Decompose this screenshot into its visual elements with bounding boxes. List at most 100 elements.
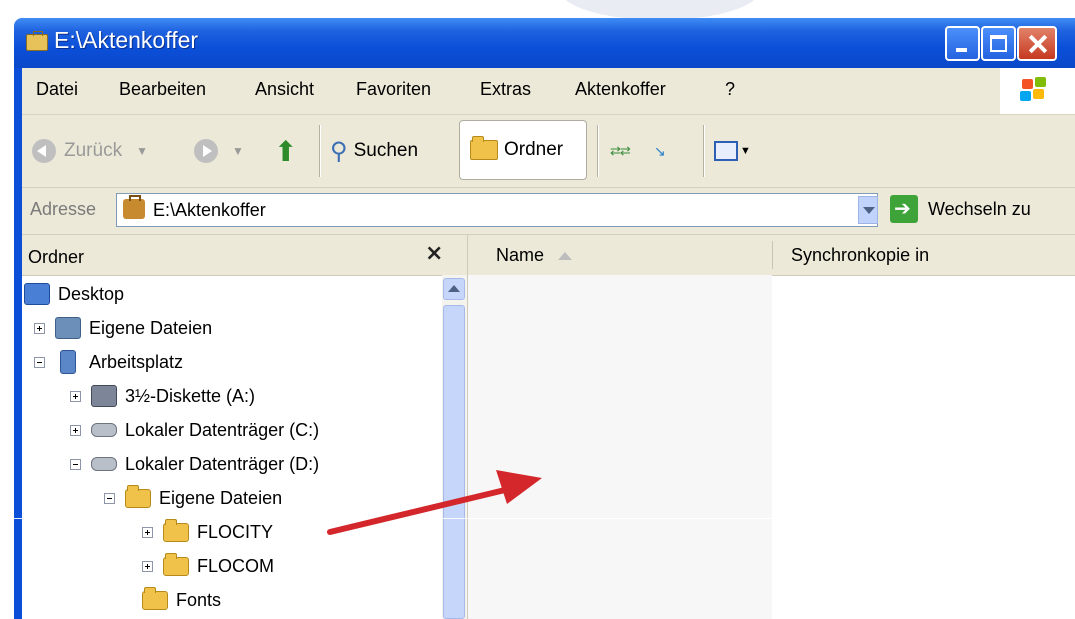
up-arrow-icon: ⬆ [274, 135, 298, 167]
hard-drive-icon [91, 423, 117, 437]
tree-item[interactable]: Desktop [24, 279, 124, 309]
folder-icon [163, 552, 189, 576]
expand-icon[interactable] [70, 424, 81, 436]
folders-label: Ordner [504, 139, 564, 160]
file-list-header: Name Synchronkopie in [468, 235, 1075, 276]
back-label: Zurück [64, 140, 123, 161]
desktop-icon [24, 283, 50, 305]
toolbar: Zurück ▼ ▼ ⬆ ⚲ Suchen Ordner ⇄⇄ ↘ ▼ [22, 115, 1075, 188]
folder-icon [125, 484, 151, 508]
column-name-label: Name [496, 245, 545, 265]
column-header-name[interactable]: Name [496, 245, 573, 266]
back-arrow-icon [32, 139, 56, 163]
back-button[interactable]: Zurück ▼ [32, 115, 148, 187]
address-dropdown-button[interactable] [858, 196, 878, 224]
menu-favoriten[interactable]: Favoriten [356, 79, 431, 100]
menu-bearbeiten[interactable]: Bearbeiten [119, 79, 206, 100]
tree-item[interactable]: Eigene Dateien [34, 313, 212, 343]
tree-item[interactable]: FLOCITY [142, 517, 273, 547]
logo-green [1035, 77, 1046, 87]
column-header-sync[interactable]: Synchronkopie in [791, 245, 929, 266]
expand-icon[interactable] [142, 526, 153, 538]
briefcase-icon [123, 195, 145, 219]
scroll-thumb[interactable] [443, 305, 465, 619]
sort-ascending-icon [558, 252, 573, 261]
forward-button[interactable]: ▼ [194, 115, 244, 187]
address-label: Adresse [30, 199, 97, 219]
tree-item-label: Lokaler Datenträger (C:) [125, 419, 320, 440]
vertical-scrollbar[interactable] [442, 275, 467, 619]
menu-aktenkoffer[interactable]: Aktenkoffer [575, 79, 666, 100]
tree-item[interactable]: Lokaler Datenträger (D:) [70, 449, 319, 479]
windows-logo-icon [1000, 68, 1075, 114]
views-button[interactable]: ▼ [714, 115, 751, 187]
close-button[interactable] [1017, 26, 1057, 61]
minimize-button[interactable] [945, 26, 980, 61]
go-button[interactable]: Wechseln zu [928, 199, 1031, 220]
hard-drive-icon [91, 457, 117, 471]
up-folder-button[interactable]: ⬆ [274, 115, 297, 187]
collapse-icon[interactable] [104, 492, 115, 504]
search-label: Suchen [353, 140, 419, 161]
toolbar-separator [319, 125, 320, 177]
computer-icon [60, 350, 76, 374]
go-arrow-icon[interactable] [890, 195, 918, 223]
tree-item[interactable]: 3½-Diskette (A:) [70, 381, 255, 411]
address-bar: Adresse E:\Aktenkoffer Wechseln zu [22, 188, 1075, 235]
window-frame-left [14, 68, 22, 619]
tree-item[interactable]: Arbeitsplatz [34, 347, 183, 377]
menu-extras[interactable]: Extras [480, 79, 531, 100]
folder-pane-title: Ordner [28, 247, 85, 267]
folders-button-content: Ordner [470, 121, 563, 179]
tree-item-label: Eigene Dateien [159, 487, 283, 508]
folder-open-icon [470, 136, 498, 160]
maximize-button[interactable] [981, 26, 1016, 61]
briefcase-icon [26, 31, 48, 51]
search-icon: ⚲ [330, 137, 348, 165]
close-icon[interactable]: × [425, 241, 443, 266]
chevron-down-icon: ▼ [232, 144, 244, 158]
scroll-up-button[interactable] [443, 278, 465, 300]
sync-selection-icon: ↘ [654, 142, 666, 159]
tree-item-label: 3½-Diskette (A:) [125, 385, 256, 406]
tree-item-label: Desktop [58, 283, 125, 304]
search-button[interactable]: ⚲ Suchen [330, 115, 418, 187]
file-list-pane[interactable]: Name Synchronkopie in [467, 235, 1075, 619]
sync-selection-button[interactable]: ↘ [654, 115, 666, 187]
tree-item-label: Eigene Dateien [89, 317, 213, 338]
toolbar-separator [703, 125, 704, 177]
tree-item[interactable]: Eigene Dateien [104, 483, 282, 513]
explorer-window: E:\Aktenkoffer Datei Bearbeiten Ansicht … [0, 0, 1075, 619]
folders-button[interactable]: Ordner [459, 120, 587, 180]
expand-icon[interactable] [70, 390, 81, 402]
image-guide-line [0, 518, 1075, 519]
logo-red [1022, 79, 1033, 89]
folder-icon [163, 518, 189, 542]
collapse-icon[interactable] [34, 356, 45, 368]
chevron-down-icon: ▼ [136, 144, 148, 158]
tree-item-label: Lokaler Datenträger (D:) [125, 453, 320, 474]
collapse-icon[interactable] [70, 458, 81, 470]
menu-datei[interactable]: Datei [36, 79, 78, 100]
chevron-down-icon: ▼ [740, 145, 751, 157]
folder-icon [142, 586, 168, 610]
address-input[interactable]: E:\Aktenkoffer [116, 193, 878, 227]
tree-item[interactable]: Lokaler Datenträger (C:) [70, 415, 319, 445]
tree-item[interactable]: Fonts [142, 585, 221, 615]
logo-blue [1020, 91, 1031, 101]
menu-bar: Datei Bearbeiten Ansicht Favoriten Extra… [22, 68, 1075, 115]
window-title: E:\Aktenkoffer [54, 27, 199, 53]
name-column-background [468, 275, 772, 619]
expand-icon[interactable] [142, 560, 153, 572]
menu-ansicht[interactable]: Ansicht [255, 79, 314, 100]
tree-item-label: Fonts [176, 589, 222, 610]
column-separator[interactable] [772, 241, 773, 269]
toolbar-separator [597, 125, 598, 177]
tree-item[interactable]: FLOCOM [142, 551, 274, 581]
menu-help[interactable]: ? [725, 79, 735, 100]
tree-item-label: FLOCOM [197, 555, 275, 576]
expand-icon[interactable] [34, 322, 45, 334]
title-bar[interactable]: E:\Aktenkoffer [14, 18, 1075, 68]
sync-all-button[interactable]: ⇄⇄ [610, 115, 631, 187]
folder-pane-header: Ordner × [22, 235, 467, 276]
